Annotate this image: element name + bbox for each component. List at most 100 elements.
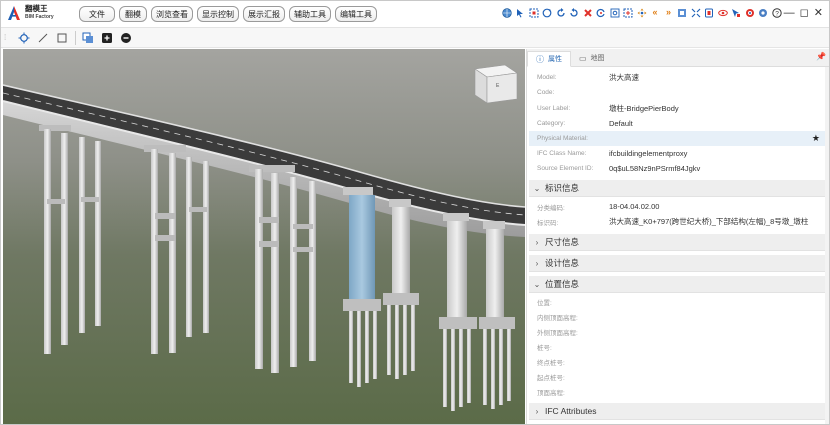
selection-toolbar: ⁞ bbox=[1, 28, 829, 48]
section-position[interactable]: ⌄ 位置信息 bbox=[529, 276, 826, 293]
prop-row-ident-code: 标识码: 洪大高速_K0+797(跨世纪大桥)_下部结构(左幅)_8号墩_墩柱 bbox=[529, 214, 826, 229]
point-select-icon[interactable] bbox=[17, 31, 31, 45]
select-arrow-icon[interactable] bbox=[515, 7, 526, 18]
explode-icon[interactable] bbox=[690, 7, 701, 18]
orbit-icon[interactable] bbox=[542, 7, 553, 18]
prop-row-inner-elev: 内侧顶面高程: bbox=[529, 309, 826, 324]
info-icon: ⓘ bbox=[536, 54, 544, 64]
measure-icon[interactable] bbox=[744, 7, 755, 18]
menu-report[interactable]: 展示汇报 bbox=[243, 6, 285, 22]
pin-icon[interactable]: 📌 bbox=[816, 52, 826, 61]
prop-key: Category: bbox=[537, 120, 566, 127]
prop-key: Model: bbox=[537, 74, 557, 81]
selected-pier-body[interactable] bbox=[349, 195, 375, 299]
section-design-title: 设计信息 bbox=[545, 258, 580, 268]
window-controls: — ◻ ✕ bbox=[779, 6, 823, 20]
prop-value: ifcbuildingelementproxy bbox=[609, 149, 688, 158]
prop-key: 桩号: bbox=[537, 344, 552, 352]
zoom-icon[interactable] bbox=[623, 7, 634, 18]
menu-edit-tools[interactable]: 编辑工具 bbox=[335, 6, 377, 22]
chevron-right-icon: › bbox=[535, 237, 539, 247]
prop-row-physical-material[interactable]: Physical Material: ★ bbox=[529, 131, 826, 146]
pier-group-3[interactable] bbox=[249, 165, 316, 373]
section-size[interactable]: › 尺寸信息 bbox=[529, 234, 826, 251]
section-ifc-title: IFC Attributes bbox=[545, 406, 597, 416]
pier-group-2[interactable] bbox=[144, 145, 209, 354]
prop-row-code: Code: bbox=[529, 85, 826, 100]
properties-panel: ⓘ 属性 ▭ 地图 📌 Model: 洪大高速 Code: User Label… bbox=[526, 49, 829, 424]
line-select-icon[interactable] bbox=[36, 31, 50, 45]
toolbar-grip-icon[interactable]: ⁞ bbox=[4, 33, 12, 41]
prop-value: 0q$uL58Nz9nPSrmf84Jgkv bbox=[609, 164, 701, 173]
box-select-icon[interactable] bbox=[55, 31, 69, 45]
tab-properties[interactable]: ⓘ 属性 bbox=[527, 51, 571, 67]
prop-value: Default bbox=[609, 119, 633, 128]
tab-properties-label: 属性 bbox=[548, 56, 562, 63]
settings-icon[interactable] bbox=[758, 7, 769, 18]
minimize-icon[interactable]: — bbox=[784, 7, 795, 19]
menu-file[interactable]: 文件 bbox=[79, 6, 115, 22]
refresh-icon[interactable] bbox=[596, 7, 607, 18]
next-icon[interactable]: » bbox=[663, 7, 674, 18]
logo-name-en: BIM Factory bbox=[25, 14, 54, 20]
menu-assist-tools[interactable]: 辅助工具 bbox=[289, 6, 331, 22]
zoom-window-icon[interactable] bbox=[609, 7, 620, 18]
section-ident[interactable]: ⌄ 标识信息 bbox=[529, 180, 826, 197]
menu-browse[interactable]: 浏览查看 bbox=[151, 6, 193, 22]
prop-key: IFC Class Name: bbox=[537, 150, 587, 157]
eye-icon[interactable] bbox=[717, 7, 728, 18]
remove-icon[interactable] bbox=[119, 31, 133, 45]
prop-row-position: 位置: bbox=[529, 294, 826, 309]
favorite-star-icon[interactable]: ★ bbox=[812, 133, 820, 144]
menu-convert[interactable]: 翻模 bbox=[119, 6, 147, 22]
close-x-icon[interactable] bbox=[582, 7, 593, 18]
3d-viewport[interactable]: E bbox=[3, 49, 525, 424]
rotate-right-icon[interactable] bbox=[569, 7, 580, 18]
prop-key: Physical Material: bbox=[537, 135, 588, 142]
marker-icon[interactable] bbox=[731, 7, 742, 18]
prop-key: 起点桩号: bbox=[537, 374, 565, 382]
section-ifc-attributes[interactable]: › IFC Attributes bbox=[529, 403, 826, 420]
logo-name-cn: 翻模王 bbox=[25, 4, 48, 13]
isolate-icon[interactable] bbox=[81, 31, 95, 45]
prop-key: 内侧顶面高程: bbox=[537, 314, 578, 322]
prop-key: 分类编码: bbox=[537, 204, 565, 212]
pier-group-1[interactable] bbox=[39, 125, 101, 354]
prop-row-source-element-id: Source Element ID: 0q$uL58Nz9nPSrmf84Jgk… bbox=[529, 161, 826, 176]
pier-group-4-selected[interactable] bbox=[343, 187, 419, 387]
prop-key: 位置: bbox=[537, 299, 552, 307]
prop-row-model: Model: 洪大高速 bbox=[529, 70, 826, 85]
maximize-icon[interactable]: ◻ bbox=[800, 6, 809, 19]
pier-group-5[interactable] bbox=[439, 213, 515, 411]
section-ident-title: 标识信息 bbox=[545, 183, 580, 193]
chevron-right-icon: › bbox=[535, 258, 539, 268]
globe-icon[interactable] bbox=[501, 7, 512, 18]
prop-key: 终点桩号: bbox=[537, 359, 565, 367]
toolbar-divider bbox=[75, 30, 76, 45]
prop-key: 顶面高程: bbox=[537, 389, 565, 397]
tab-map-label: 地图 bbox=[590, 55, 605, 62]
close-window-icon[interactable]: ✕ bbox=[814, 6, 823, 19]
tab-map[interactable]: ▭ 地图 bbox=[571, 50, 613, 66]
rotate-left-icon[interactable] bbox=[555, 7, 566, 18]
add-icon[interactable] bbox=[100, 31, 114, 45]
chevron-down-icon: ⌄ bbox=[533, 279, 541, 289]
prop-key: 外侧顶面高程: bbox=[537, 329, 578, 337]
prop-row-start-station: 起点桩号: bbox=[529, 369, 826, 384]
panel-scrollbar[interactable] bbox=[825, 67, 829, 424]
hide-icon[interactable] bbox=[704, 7, 715, 18]
prop-key: User Label: bbox=[537, 105, 571, 112]
section-design[interactable]: › 设计信息 bbox=[529, 255, 826, 272]
prop-key: Code: bbox=[537, 89, 555, 96]
prop-row-category: Category: Default bbox=[529, 116, 826, 131]
main-menu: 文件 翻模 浏览查看 显示控制 展示汇报 辅助工具 编辑工具 bbox=[79, 6, 381, 22]
fit-icon[interactable] bbox=[528, 7, 539, 18]
menu-display[interactable]: 显示控制 bbox=[197, 6, 239, 22]
prop-value: 洪大高速 bbox=[609, 73, 639, 82]
prop-value: 洪大高速_K0+797(跨世纪大桥)_下部结构(左幅)_8号墩_墩柱 bbox=[609, 217, 809, 226]
pan-icon[interactable] bbox=[636, 7, 647, 18]
prev-icon[interactable]: « bbox=[650, 7, 661, 18]
prop-row-user-label: User Label: 墩柱-BridgePierBody bbox=[529, 101, 826, 116]
section-box-icon[interactable] bbox=[677, 7, 688, 18]
panel-tabs: ⓘ 属性 ▭ 地图 📌 bbox=[527, 49, 829, 67]
